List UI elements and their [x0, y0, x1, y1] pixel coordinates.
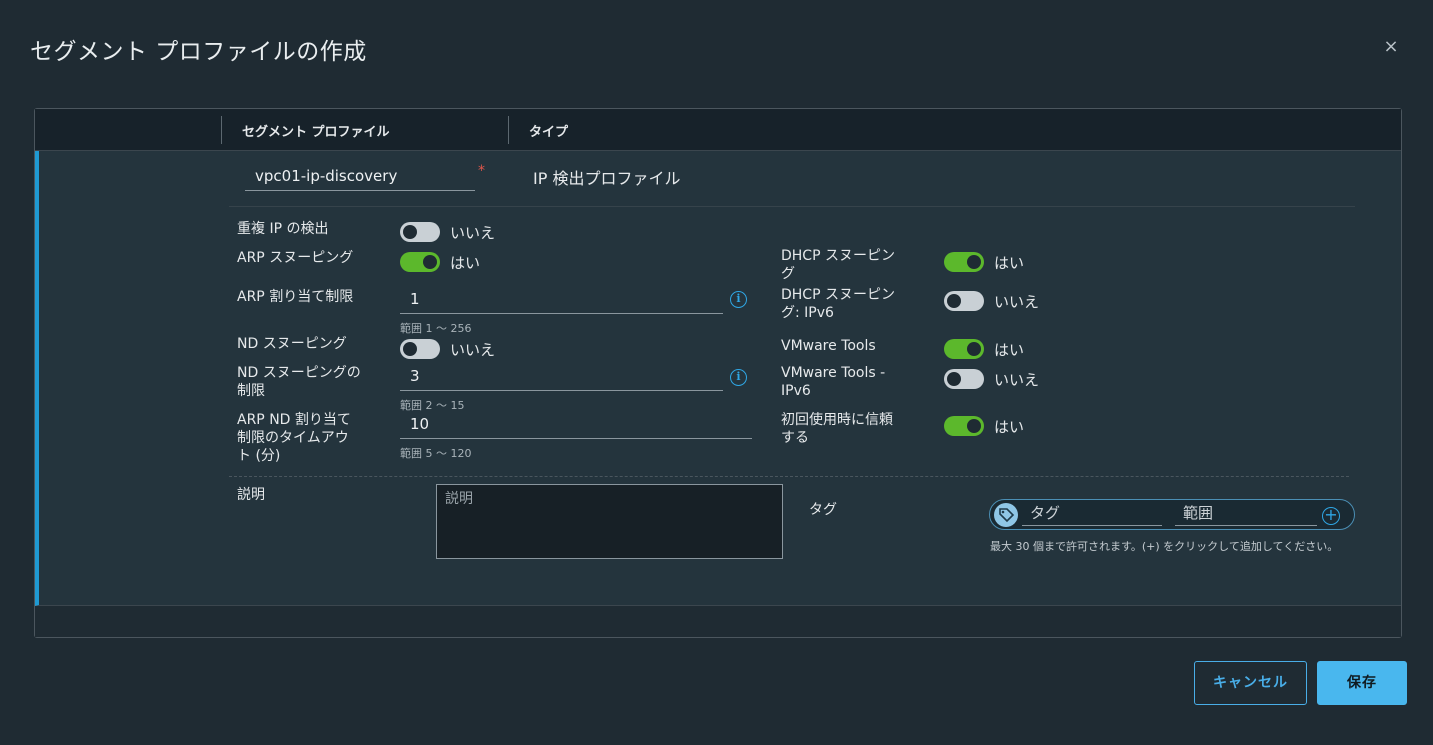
- dhcp-snooping-ipv6-label: DHCP スヌーピン グ: IPv6: [781, 286, 895, 322]
- save-button[interactable]: 保存: [1317, 661, 1407, 705]
- grid-footer: [35, 606, 1401, 637]
- toggle-knob: [403, 225, 417, 239]
- nd-snooping-limit-input[interactable]: 3: [400, 365, 723, 391]
- vmware-tools-ipv6-toggle[interactable]: [944, 369, 984, 389]
- grid-header: セグメント プロファイル タイプ: [35, 109, 1401, 151]
- arp-snooping-state: はい: [450, 254, 481, 272]
- column-header-segment-profile[interactable]: セグメント プロファイル: [242, 121, 390, 140]
- arp-binding-limit-label: ARP 割り当て制限: [237, 289, 354, 305]
- vmware-tools-label: VMware Tools: [781, 338, 876, 354]
- create-segment-profile-dialog: セグメント プロファイルの作成 × セグメント プロファイル タイプ vpc01…: [0, 0, 1433, 745]
- arp-nd-timeout-hint: 範囲 5 〜 120: [400, 447, 472, 460]
- nd-snooping-toggle[interactable]: [400, 339, 440, 359]
- tag-name-input[interactable]: タグ: [1022, 502, 1162, 526]
- label-line: 制限のタイムアウ: [237, 430, 349, 446]
- vmware-tools-toggle[interactable]: [944, 339, 984, 359]
- duplicate-ip-detection-label: 重複 IP の検出: [237, 221, 329, 237]
- toggle-knob: [967, 419, 981, 433]
- profile-name-input[interactable]: vpc01-ip-discovery: [245, 163, 475, 191]
- label-line: IPv6: [781, 383, 811, 399]
- dhcp-snooping-ipv6-state: いいえ: [994, 293, 1040, 311]
- toggle-knob: [403, 342, 417, 356]
- arp-snooping-toggle[interactable]: [400, 252, 440, 272]
- trust-on-first-use-state: はい: [994, 418, 1025, 436]
- arp-nd-timeout-input[interactable]: 10: [400, 413, 752, 439]
- tag-input-group: タグ 範囲 +: [989, 499, 1355, 530]
- dhcp-snooping-label: DHCP スヌーピン グ: [781, 247, 895, 283]
- profile-row: vpc01-ip-discovery * IP 検出プロファイル 重複 IP の…: [35, 151, 1401, 606]
- trust-on-first-use-toggle[interactable]: [944, 416, 984, 436]
- toggle-knob: [947, 294, 961, 308]
- tag-scope-input[interactable]: 範囲: [1175, 502, 1317, 526]
- label-line: DHCP スヌーピン: [781, 248, 895, 264]
- info-icon[interactable]: i: [730, 369, 747, 386]
- divider: [229, 476, 1349, 477]
- label-line: DHCP スヌーピン: [781, 287, 895, 303]
- column-divider[interactable]: [508, 116, 509, 144]
- add-tag-icon[interactable]: +: [1322, 507, 1340, 525]
- nd-snooping-label: ND スヌーピング: [237, 336, 347, 352]
- arp-binding-limit-input[interactable]: 1: [400, 288, 723, 314]
- label-line: グ: [781, 266, 795, 282]
- vmware-tools-ipv6-state: いいえ: [994, 371, 1040, 389]
- required-marker: *: [478, 163, 485, 179]
- toggle-knob: [947, 372, 961, 386]
- arp-nd-timeout-label: ARP ND 割り当て 制限のタイムアウ ト (分): [237, 411, 351, 465]
- label-line: 制限: [237, 383, 265, 399]
- duplicate-ip-detection-toggle[interactable]: [400, 222, 440, 242]
- duplicate-ip-detection-state: いいえ: [450, 224, 496, 242]
- tag-icon: [994, 503, 1018, 527]
- nd-snooping-limit-label: ND スヌーピングの 制限: [237, 364, 361, 400]
- label-line: ト (分): [237, 448, 281, 464]
- label-line: ND スヌーピングの: [237, 365, 361, 381]
- label-line: する: [781, 430, 809, 446]
- tag-icon-glyph: [999, 508, 1015, 523]
- column-divider[interactable]: [221, 116, 222, 144]
- label-line: ARP ND 割り当て: [237, 412, 351, 428]
- divider: [229, 206, 1355, 207]
- toggle-knob: [967, 342, 981, 356]
- dhcp-snooping-state: はい: [994, 254, 1025, 272]
- cancel-button[interactable]: キャンセル: [1194, 661, 1307, 705]
- arp-binding-limit-hint: 範囲 1 〜 256: [400, 322, 472, 335]
- description-label: 説明: [237, 487, 265, 503]
- trust-on-first-use-label: 初回使用時に信頼 する: [781, 411, 893, 447]
- info-icon[interactable]: i: [730, 291, 747, 308]
- dhcp-snooping-toggle[interactable]: [944, 252, 984, 272]
- vmware-tools-ipv6-label: VMware Tools - IPv6: [781, 364, 885, 400]
- arp-snooping-label: ARP スヌーピング: [237, 250, 354, 266]
- label-line: VMware Tools -: [781, 365, 886, 381]
- profile-grid: セグメント プロファイル タイプ vpc01-ip-discovery * IP…: [34, 108, 1402, 638]
- column-header-type[interactable]: タイプ: [529, 121, 568, 140]
- nd-snooping-limit-hint: 範囲 2 〜 15: [400, 399, 465, 412]
- close-icon[interactable]: ×: [1380, 36, 1402, 58]
- nd-snooping-state: いいえ: [450, 341, 496, 359]
- tag-help-text: 最大 30 個まで許可されます。(+) をクリックして追加してください。: [990, 540, 1339, 553]
- dialog-title: セグメント プロファイルの作成: [30, 39, 367, 65]
- label-line: 初回使用時に信頼: [781, 412, 893, 428]
- label-line: グ: IPv6: [781, 305, 834, 321]
- profile-type-value: IP 検出プロファイル: [533, 169, 681, 188]
- description-textarea[interactable]: 説明: [436, 484, 783, 559]
- vmware-tools-state: はい: [994, 341, 1025, 359]
- toggle-knob: [967, 255, 981, 269]
- toggle-knob: [423, 255, 437, 269]
- dhcp-snooping-ipv6-toggle[interactable]: [944, 291, 984, 311]
- tags-label: タグ: [809, 502, 837, 518]
